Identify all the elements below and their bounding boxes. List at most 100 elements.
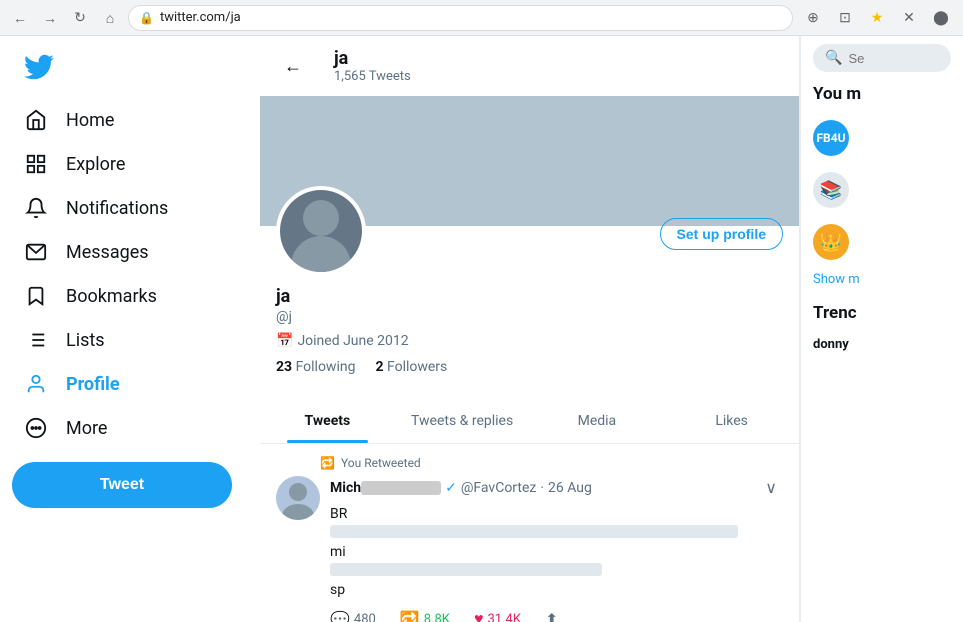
forward-button[interactable]: → — [38, 6, 62, 30]
search-input[interactable] — [848, 51, 908, 66]
trends-section: Trenc donny — [813, 303, 951, 358]
tab-media[interactable]: Media — [530, 399, 665, 443]
following-label: Following — [296, 359, 356, 375]
tab-tweets-replies[interactable]: Tweets & replies — [395, 399, 530, 443]
right-sidebar: 🔍 You m FB4U 📚 👑 Show m Tren — [800, 36, 963, 622]
avatar — [276, 186, 366, 276]
right-item-crown[interactable]: 👑 — [813, 216, 951, 268]
retweet-label-1: 🔁 You Retweeted — [320, 456, 783, 470]
profile-header-tweet-count: 1,565 Tweets — [334, 69, 411, 84]
like-action-1[interactable]: ♥ 31.4K — [474, 609, 521, 622]
nav-item-home[interactable]: Home — [12, 98, 248, 142]
tweet-handle-1: @FavCortez — [461, 480, 537, 496]
explore-icon — [24, 152, 48, 176]
tweet-button[interactable]: Tweet — [12, 462, 232, 508]
retweet-text-1: You Retweeted — [341, 456, 421, 470]
trends-title: Trenc — [813, 303, 951, 323]
tweet-text-1: BR mi sp — [330, 504, 783, 601]
retweet-action-1[interactable]: 🔁 8.8K — [400, 610, 450, 622]
lock-icon: 🔒 — [139, 11, 154, 25]
nav-item-explore[interactable]: Explore — [12, 142, 248, 186]
profile-section: ← ja 1,565 Tweets — [260, 36, 800, 622]
add-tab-button[interactable]: ⊕ — [799, 4, 827, 32]
nav-item-notifications[interactable]: Notifications — [12, 186, 248, 230]
nav-item-bookmarks[interactable]: Bookmarks — [12, 274, 248, 318]
profile-circle-button[interactable]: ⬤ — [927, 4, 955, 32]
fb4u-label: FB4U — [816, 131, 845, 145]
calendar-icon: 📅 — [276, 333, 293, 349]
show-more-link[interactable]: Show m — [813, 272, 951, 287]
notifications-icon — [24, 196, 48, 220]
browser-chrome: ← → ↻ ⌂ 🔒 twitter.com/ja ⊕ ⊡ ★ ✕ ⬤ — [0, 0, 963, 36]
nav-item-messages[interactable]: Messages — [12, 230, 248, 274]
back-button[interactable]: ← — [8, 6, 32, 30]
url-text: twitter.com/ja — [160, 10, 782, 25]
address-bar[interactable]: 🔒 twitter.com/ja — [128, 5, 793, 31]
tweet-item-1: 🔁 You Retweeted Mic — [260, 444, 799, 622]
setup-profile-button[interactable]: Set up profile — [660, 218, 783, 250]
profile-icon — [24, 372, 48, 396]
profile-header-bar: ← ja 1,565 Tweets — [260, 36, 799, 96]
twitter-logo[interactable] — [12, 44, 248, 94]
like-count-1: 31.4K — [487, 612, 521, 622]
explore-label: Explore — [66, 154, 125, 175]
tweet-date-1: · — [540, 480, 544, 496]
share-action-1[interactable]: ⬆ — [545, 610, 558, 622]
following-count: 23 — [276, 359, 292, 375]
trend-label-donny: donny — [813, 337, 951, 352]
reload-button[interactable]: ↻ — [68, 6, 92, 30]
search-bar[interactable]: 🔍 — [813, 44, 951, 72]
back-arrow-button[interactable]: ← — [276, 49, 310, 83]
profile-username: @j — [276, 309, 783, 325]
tweet-avatar-1 — [276, 476, 320, 520]
main-content: ← ja 1,565 Tweets — [260, 36, 963, 622]
retweet-count-1: 8.8K — [424, 612, 450, 622]
nav-item-lists[interactable]: Lists — [12, 318, 248, 362]
tweet-actions-1: 💬 480 🔁 8.8K ♥ 31.4K — [330, 609, 783, 622]
profile-display-name: ja — [276, 286, 783, 307]
trend-item-donny[interactable]: donny — [813, 331, 951, 358]
profile-label: Profile — [66, 374, 120, 395]
reply-action-1[interactable]: 💬 480 — [330, 610, 376, 622]
extensions-button[interactable]: ✕ — [895, 4, 923, 32]
tweet-count-number: 1,565 — [334, 69, 366, 84]
share-icon-1: ⬆ — [545, 610, 558, 622]
profile-stats: 23 Following 2 Followers — [276, 359, 783, 375]
bookmarks-label: Bookmarks — [66, 286, 157, 307]
tab-likes[interactable]: Likes — [664, 399, 799, 443]
right-item-avatar-crown: 👑 — [813, 224, 849, 260]
bookmark-button[interactable]: ★ — [863, 4, 891, 32]
like-icon-1: ♥ — [474, 609, 484, 622]
bookmarks-icon — [24, 284, 48, 308]
profile-tabs: Tweets Tweets & replies Media Likes — [260, 399, 799, 444]
lists-label: Lists — [66, 330, 105, 351]
avatar-container — [276, 186, 366, 276]
nav-item-more[interactable]: More — [12, 406, 248, 450]
avatar-silhouette — [280, 190, 362, 272]
avatar-body — [291, 236, 351, 272]
followers-label: Followers — [387, 359, 447, 375]
home-button[interactable]: ⌂ — [98, 6, 122, 30]
tweet-body-1: Mich ✓ @FavCortez · 26 Aug ∨ BR — [276, 476, 783, 622]
notifications-label: Notifications — [66, 198, 168, 219]
joined-text: Joined June 2012 — [297, 333, 408, 349]
reply-icon-1: 💬 — [330, 610, 350, 622]
tweet-count-label: Tweets — [369, 69, 411, 84]
tweet-more-button-1[interactable]: ∨ — [759, 476, 783, 500]
tweet-content-1: Mich ✓ @FavCortez · 26 Aug ∨ BR — [330, 476, 783, 622]
right-item-book[interactable]: 📚 — [813, 164, 951, 216]
profile-joined: 📅 Joined June 2012 — [276, 333, 783, 349]
avatar-head — [303, 200, 339, 236]
retweet-action-icon-1: 🔁 — [400, 610, 420, 622]
reader-mode-button[interactable]: ⊡ — [831, 4, 859, 32]
retweet-icon-1: 🔁 — [320, 456, 335, 470]
browser-actions: ⊕ ⊡ ★ ✕ ⬤ — [799, 4, 955, 32]
followers-stat[interactable]: 2 Followers — [375, 359, 447, 375]
following-stat[interactable]: 23 Following — [276, 359, 355, 375]
home-label: Home — [66, 110, 114, 131]
search-icon: 🔍 — [825, 50, 842, 66]
nav-item-profile[interactable]: Profile — [12, 362, 248, 406]
followers-count: 2 — [375, 359, 383, 375]
tab-tweets[interactable]: Tweets — [260, 399, 395, 443]
right-item-fb4u[interactable]: FB4U — [813, 112, 951, 164]
